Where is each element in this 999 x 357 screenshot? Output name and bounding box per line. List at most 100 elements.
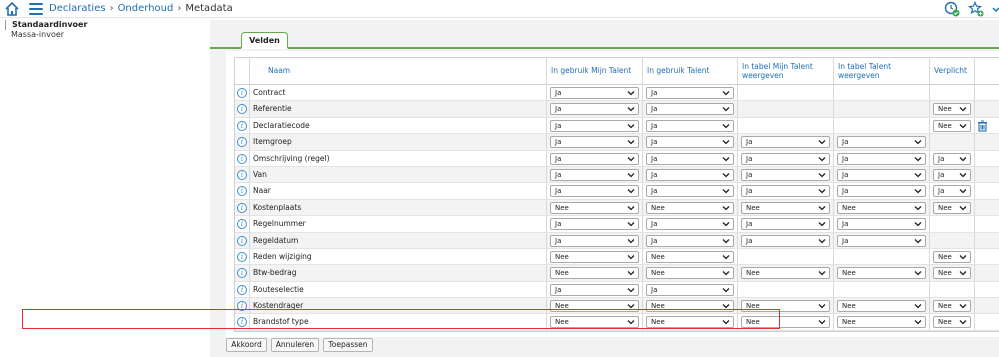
- select-tabel-talent[interactable]: Ja: [837, 136, 926, 149]
- home-icon[interactable]: [4, 1, 20, 17]
- select-gebruik-talent[interactable]: Ja: [646, 185, 734, 198]
- select-gebruik-talent[interactable]: Nee: [646, 267, 734, 280]
- chevron-down-icon[interactable]: [992, 1, 999, 17]
- select-tabel-talent[interactable]: Nee: [837, 300, 926, 313]
- select-tabel-mijn-talent[interactable]: Ja: [741, 168, 830, 181]
- nav-item-standaardinvoer[interactable]: Standaardinvoer: [5, 20, 205, 30]
- select-verplicht[interactable]: Ja: [933, 152, 971, 165]
- select-gebruik-mijn-talent[interactable]: Ja: [550, 136, 639, 149]
- select-tabel-talent[interactable]: Ja: [837, 218, 926, 231]
- table-row: i Van Ja Ja Ja Ja Ja: [235, 166, 999, 184]
- select-tabel-mijn-talent[interactable]: Ja: [741, 185, 830, 198]
- select-tabel-talent[interactable]: Nee: [837, 267, 926, 280]
- info-icon[interactable]: i: [237, 137, 247, 148]
- annuleren-button[interactable]: Annuleren: [271, 338, 319, 352]
- header-naam[interactable]: Naam: [250, 58, 547, 84]
- info-icon[interactable]: i: [237, 186, 247, 197]
- select-gebruik-talent[interactable]: Nee: [646, 316, 734, 329]
- breadcrumb-declaraties[interactable]: Declaraties: [49, 3, 106, 14]
- info-icon[interactable]: i: [237, 104, 247, 115]
- select-tabel-talent[interactable]: Nee: [837, 316, 926, 329]
- info-icon[interactable]: i: [237, 284, 247, 295]
- select-verplicht[interactable]: Ja: [933, 185, 971, 198]
- select-gebruik-mijn-talent[interactable]: Ja: [550, 152, 639, 165]
- select-gebruik-talent[interactable]: Ja: [646, 218, 734, 231]
- select-tabel-talent[interactable]: Nee: [837, 201, 926, 214]
- table-row: i Referentie Ja Ja Nee: [235, 101, 999, 118]
- select-verplicht[interactable]: Nee: [933, 103, 971, 116]
- select-tabel-mijn-talent[interactable]: Nee: [741, 300, 830, 313]
- select-gebruik-mijn-talent[interactable]: Ja: [550, 119, 639, 132]
- select-gebruik-talent[interactable]: Nee: [646, 300, 734, 313]
- toepassen-button[interactable]: Toepassen: [323, 338, 373, 352]
- info-icon[interactable]: i: [237, 235, 247, 246]
- select-gebruik-mijn-talent[interactable]: Ja: [550, 234, 639, 247]
- select-gebruik-mijn-talent[interactable]: Nee: [550, 300, 639, 313]
- select-gebruik-talent[interactable]: Ja: [646, 136, 734, 149]
- select-gebruik-talent[interactable]: Ja: [646, 119, 734, 132]
- info-icon[interactable]: i: [237, 153, 247, 164]
- select-tabel-mijn-talent[interactable]: Ja: [741, 218, 830, 231]
- select-verplicht[interactable]: Nee: [933, 267, 971, 280]
- breadcrumb-onderhoud[interactable]: Onderhoud: [118, 3, 174, 14]
- select-tabel-mijn-talent[interactable]: Ja: [741, 234, 830, 247]
- select-gebruik-mijn-talent[interactable]: Nee: [550, 250, 639, 263]
- field-name: Regeldatum: [253, 235, 299, 245]
- select-verplicht[interactable]: Nee: [933, 316, 971, 329]
- select-tabel-mijn-talent[interactable]: Ja: [741, 136, 830, 149]
- info-icon[interactable]: i: [237, 219, 247, 230]
- menu-icon[interactable]: [29, 3, 43, 15]
- select-gebruik-talent[interactable]: Ja: [646, 283, 734, 296]
- info-icon[interactable]: i: [237, 301, 247, 312]
- header-verplicht[interactable]: Verplicht: [930, 58, 975, 84]
- select-gebruik-mijn-talent[interactable]: Ja: [550, 103, 639, 116]
- select-verplicht[interactable]: Nee: [933, 300, 971, 313]
- header-tabel-mijn-talent[interactable]: In tabel Mijn Talent weergeven: [738, 58, 834, 84]
- trash-icon[interactable]: [977, 120, 988, 132]
- info-icon[interactable]: i: [237, 268, 247, 279]
- select-tabel-mijn-talent[interactable]: Ja: [741, 152, 830, 165]
- header-tabel-talent[interactable]: In tabel Talent weergeven: [834, 58, 930, 84]
- select-verplicht[interactable]: Nee: [933, 201, 971, 214]
- field-name: Kostendrager: [253, 301, 304, 311]
- select-gebruik-mijn-talent[interactable]: Ja: [550, 168, 639, 181]
- select-gebruik-talent[interactable]: Ja: [646, 234, 734, 247]
- select-gebruik-mijn-talent[interactable]: Ja: [550, 218, 639, 231]
- info-icon[interactable]: i: [237, 120, 247, 131]
- header-gebruik-talent[interactable]: In gebruik Talent: [643, 58, 738, 84]
- info-icon[interactable]: i: [237, 251, 247, 262]
- select-tabel-talent[interactable]: Ja: [837, 152, 926, 165]
- star-add-icon[interactable]: [968, 1, 984, 17]
- select-verplicht[interactable]: Nee: [933, 250, 971, 263]
- select-tabel-talent[interactable]: Ja: [837, 234, 926, 247]
- select-gebruik-talent[interactable]: Ja: [646, 103, 734, 116]
- nav-item-massa-invoer[interactable]: Massa-invoer: [5, 30, 205, 40]
- select-gebruik-mijn-talent[interactable]: Ja: [550, 87, 639, 99]
- select-gebruik-mijn-talent[interactable]: Ja: [550, 283, 639, 296]
- tab-velden[interactable]: Velden: [241, 32, 288, 49]
- select-tabel-mijn-talent[interactable]: Nee: [741, 201, 830, 214]
- select-gebruik-talent[interactable]: Ja: [646, 152, 734, 165]
- select-gebruik-talent[interactable]: Nee: [646, 250, 734, 263]
- fields-table: Naam In gebruik Mijn Talent In gebruik T…: [234, 57, 999, 332]
- info-icon[interactable]: i: [237, 169, 247, 180]
- select-tabel-mijn-talent[interactable]: Nee: [741, 316, 830, 329]
- select-gebruik-talent[interactable]: Ja: [646, 87, 734, 99]
- info-icon[interactable]: i: [237, 88, 247, 98]
- select-gebruik-mijn-talent[interactable]: Nee: [550, 201, 639, 214]
- select-gebruik-talent[interactable]: Nee: [646, 201, 734, 214]
- clock-check-icon[interactable]: [944, 1, 960, 17]
- header-gebruik-mijn-talent[interactable]: In gebruik Mijn Talent: [547, 58, 643, 84]
- info-icon[interactable]: i: [237, 202, 247, 213]
- select-tabel-talent[interactable]: Ja: [837, 185, 926, 198]
- select-gebruik-talent[interactable]: Ja: [646, 168, 734, 181]
- select-tabel-talent[interactable]: Ja: [837, 168, 926, 181]
- select-gebruik-mijn-talent[interactable]: Nee: [550, 316, 639, 329]
- select-tabel-mijn-talent[interactable]: Nee: [741, 267, 830, 280]
- info-icon[interactable]: i: [237, 317, 247, 328]
- select-gebruik-mijn-talent[interactable]: Ja: [550, 185, 639, 198]
- akkoord-button[interactable]: Akkoord: [226, 338, 267, 352]
- select-verplicht[interactable]: Ja: [933, 168, 971, 181]
- select-gebruik-mijn-talent[interactable]: Nee: [550, 267, 639, 280]
- select-verplicht[interactable]: Nee: [933, 119, 971, 132]
